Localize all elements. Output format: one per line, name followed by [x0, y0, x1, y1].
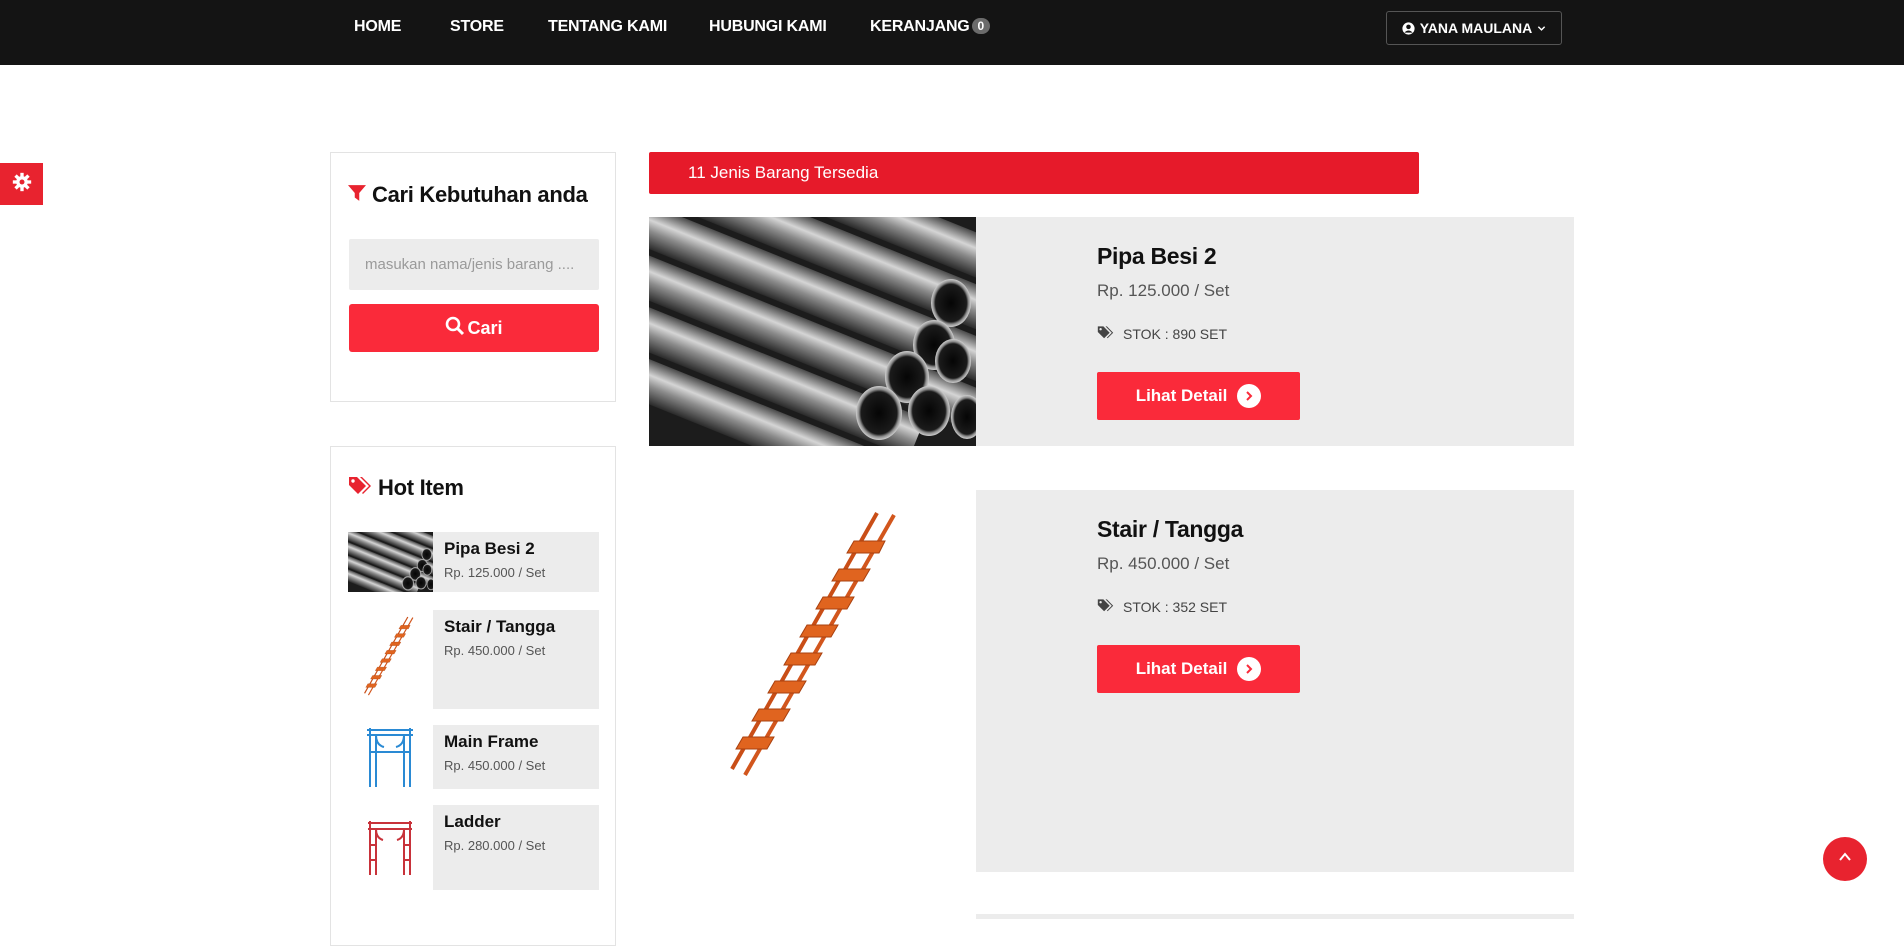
product-name[interactable]: Pipa Besi 2	[1097, 243, 1217, 270]
hot-item-name: Main Frame	[444, 732, 539, 751]
hot-item-info: Ladder Rp. 280.000 / Set	[433, 805, 599, 890]
chevron-right-circle-icon	[1237, 384, 1262, 408]
search-input[interactable]	[349, 239, 599, 290]
filter-icon	[348, 182, 366, 208]
nav-tentang-kami[interactable]: TENTANG KAMI	[548, 18, 667, 36]
hot-item-info: Stair / Tangga Rp. 450.000 / Set	[433, 610, 599, 709]
hot-item-row[interactable]: Ladder Rp. 280.000 / Set	[348, 805, 599, 890]
search-icon	[445, 316, 465, 341]
scroll-to-top-button[interactable]	[1823, 837, 1867, 881]
hot-item-title-text: Hot Item	[378, 475, 464, 500]
search-button-label: Cari	[467, 317, 503, 338]
hot-item-row[interactable]: Stair / Tangga Rp. 450.000 / Set	[348, 610, 599, 709]
detail-button-label: Lihat Detail	[1135, 386, 1228, 405]
search-title-text: Cari Kebutuhan anda	[372, 182, 588, 207]
search-panel-title: Cari Kebutuhan anda	[348, 182, 588, 208]
steel-pipes-thumbnail	[348, 532, 433, 592]
product-card: Pipa Besi 2 Rp. 125.000 / Set STOK : 890…	[649, 217, 1574, 446]
hot-item-info: Main Frame Rp. 450.000 / Set	[433, 725, 599, 789]
product-price: Rp. 125.000 / Set	[1097, 281, 1230, 300]
hot-item-title: Hot Item	[348, 475, 464, 501]
stock-text: STOK : 352 SET	[1123, 598, 1228, 615]
hot-item-row[interactable]: Pipa Besi 2 Rp. 125.000 / Set	[348, 532, 599, 592]
cart-count-badge: 0	[971, 18, 991, 34]
hot-item-row[interactable]: Main Frame Rp. 450.000 / Set	[348, 725, 599, 789]
nav-keranjang-label: KERANJANG	[870, 18, 970, 35]
top-navbar: HOME STORE TENTANG KAMI HUBUNGI KAMI KER…	[0, 0, 1904, 65]
stock-text: STOK : 890 SET	[1123, 325, 1228, 342]
detail-button[interactable]: Lihat Detail	[1097, 372, 1300, 420]
red-ladder-frame-thumbnail	[348, 805, 433, 890]
hot-item-price: Rp. 280.000 / Set	[444, 838, 546, 853]
hot-item-price: Rp. 450.000 / Set	[444, 643, 546, 658]
user-menu-button[interactable]: YANA MAULANA	[1386, 11, 1562, 45]
hot-item-name: Stair / Tangga	[444, 617, 556, 636]
hot-item-name: Ladder	[444, 812, 501, 831]
product-stock: STOK : 352 SET	[1097, 598, 1227, 615]
settings-tab[interactable]	[0, 163, 43, 205]
hot-item-name: Pipa Besi 2	[444, 539, 535, 558]
user-name: YANA MAULANA	[1419, 20, 1533, 36]
nav-keranjang[interactable]: KERANJANG 0	[870, 18, 991, 36]
steel-pipes-image[interactable]	[649, 217, 976, 446]
orange-stair-thumbnail	[348, 610, 433, 709]
next-product-card-edge	[976, 914, 1574, 919]
chevron-down-icon	[1537, 24, 1546, 33]
available-items-banner: 11 Jenis Barang Tersedia	[649, 152, 1419, 194]
chevron-up-icon	[1838, 850, 1852, 869]
detail-button[interactable]: Lihat Detail	[1097, 645, 1300, 693]
product-price: Rp. 450.000 / Set	[1097, 554, 1230, 573]
blue-frame-thumbnail	[348, 725, 433, 789]
chevron-right-circle-icon	[1237, 657, 1262, 681]
hot-item-panel: Hot Item Pipa Besi 2 Rp. 125.000 / Set S…	[330, 446, 616, 946]
tags-icon	[1097, 325, 1114, 342]
tags-icon	[1097, 598, 1114, 615]
search-button[interactable]: Cari	[349, 304, 599, 352]
hot-item-price: Rp. 125.000 / Set	[444, 565, 546, 580]
product-info-panel: Stair / Tangga Rp. 450.000 / Set STOK : …	[976, 490, 1574, 872]
gear-icon	[12, 172, 32, 197]
product-stock: STOK : 890 SET	[1097, 325, 1227, 342]
nav-store[interactable]: STORE	[450, 18, 504, 36]
search-panel: Cari Kebutuhan anda Cari	[330, 152, 616, 402]
product-name[interactable]: Stair / Tangga	[1097, 516, 1243, 543]
user-circle-icon	[1402, 21, 1415, 35]
nav-home[interactable]: HOME	[354, 18, 401, 36]
product-card: Stair / Tangga Rp. 450.000 / Set STOK : …	[649, 490, 1574, 872]
product-info-panel: Pipa Besi 2 Rp. 125.000 / Set STOK : 890…	[976, 217, 1574, 446]
tags-icon	[348, 475, 372, 501]
hot-item-info: Pipa Besi 2 Rp. 125.000 / Set	[433, 532, 599, 592]
orange-stair-image[interactable]	[649, 490, 976, 872]
nav-hubungi-kami[interactable]: HUBUNGI KAMI	[709, 18, 827, 36]
detail-button-label: Lihat Detail	[1135, 659, 1228, 678]
hot-item-price: Rp. 450.000 / Set	[444, 758, 546, 773]
